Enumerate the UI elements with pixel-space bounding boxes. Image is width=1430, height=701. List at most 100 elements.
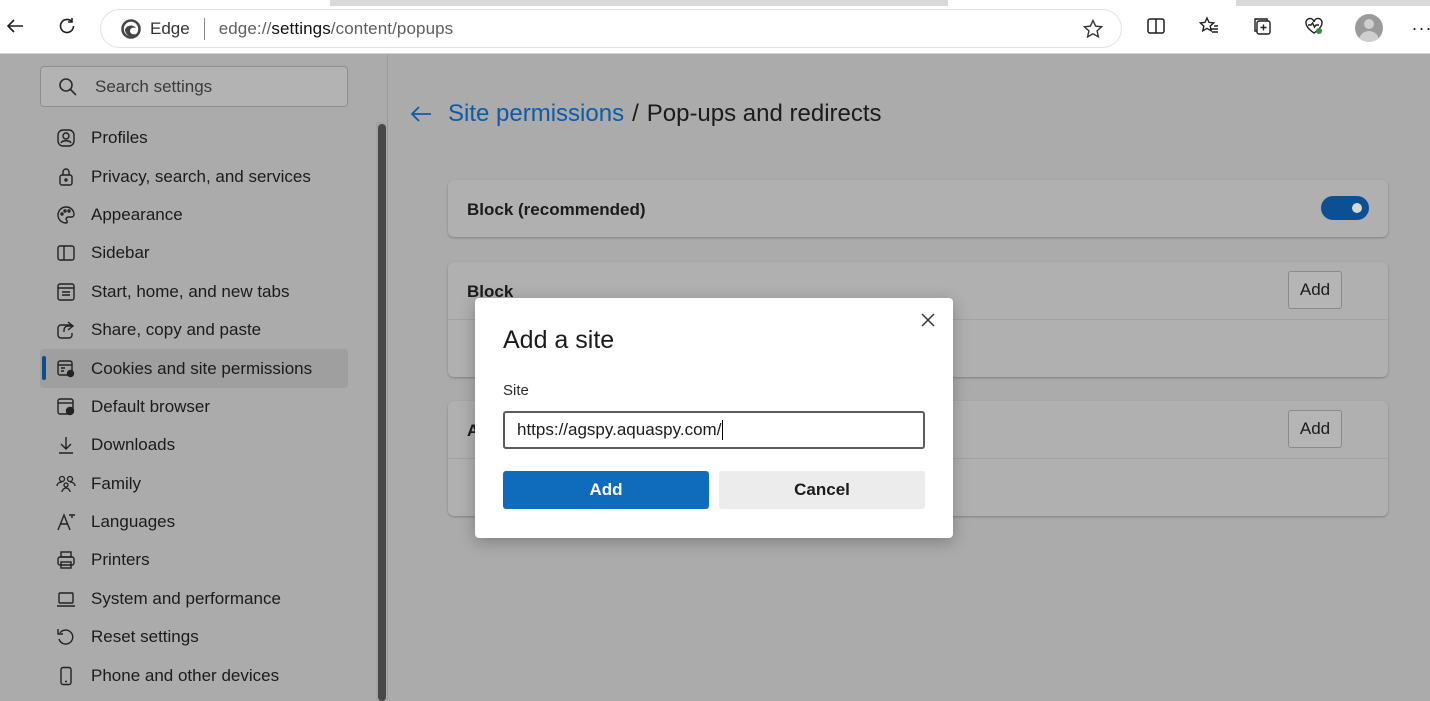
sidebar-item-label: Cookies and site permissions — [91, 358, 313, 378]
sidebar-item-label: Profiles — [91, 128, 148, 148]
sidebar-item-sidebar[interactable]: Sidebar — [40, 234, 348, 272]
palette-icon — [55, 204, 77, 226]
sidebar-item-label: Family — [91, 473, 142, 493]
sidebar-item-profiles[interactable]: Profiles — [40, 119, 348, 157]
family-icon — [55, 473, 77, 495]
more-icon: ··· — [1411, 17, 1430, 38]
avatar-body — [1359, 31, 1379, 42]
sidebar-item-appearance[interactable]: Appearance — [40, 196, 348, 234]
site-input-value: https://agspy.aquaspy.com/ — [517, 420, 722, 439]
cookie-permissions-icon — [55, 358, 77, 380]
search-icon — [59, 77, 77, 96]
breadcrumb-parent-link[interactable]: Site permissions — [448, 100, 624, 128]
sidebar-item-label: Sidebar — [91, 243, 150, 263]
more-button[interactable]: ··· — [1405, 11, 1430, 45]
favorites-icon — [1198, 15, 1219, 41]
sidebar-icon — [55, 242, 77, 264]
heartbeat-icon — [1304, 16, 1324, 41]
back-button[interactable] — [0, 11, 32, 45]
address-site-label: Edge — [150, 18, 190, 38]
cancel-button[interactable]: Cancel — [719, 471, 925, 509]
split-screen-button[interactable] — [1139, 11, 1173, 45]
allow-add-button[interactable]: Add — [1288, 410, 1342, 448]
sidebar-scrollbar-thumb[interactable] — [378, 124, 386, 701]
sidebar-item-label: Start, home, and new tabs — [91, 281, 290, 301]
address-bar[interactable]: Edge edge://settings/content/popups — [101, 10, 1121, 47]
sidebar-item-printers[interactable]: Printers — [40, 541, 348, 579]
sidebar-item-label: Downloads — [91, 435, 176, 455]
search-input[interactable]: Search settings — [40, 66, 348, 107]
sidebar-item-reset[interactable]: Reset settings — [40, 618, 348, 656]
add-button[interactable]: Add — [503, 471, 709, 509]
block-recommended-card: Block (recommended) — [448, 180, 1388, 237]
url-host: settings — [271, 18, 331, 38]
sidebar-item-label: Appearance — [91, 204, 183, 224]
tab-strip — [0, 0, 1430, 6]
lock-icon — [55, 166, 77, 188]
avatar[interactable] — [1355, 14, 1383, 42]
block-add-button[interactable]: Add — [1288, 271, 1342, 309]
back-arrow-icon — [5, 16, 25, 41]
sidebar-item-label: Reset settings — [91, 627, 199, 647]
home-tabs-icon — [55, 281, 77, 303]
sidebar-item-system[interactable]: System and performance — [40, 580, 348, 618]
split-screen-icon — [1146, 16, 1166, 41]
close-button[interactable] — [916, 308, 940, 332]
download-icon — [55, 434, 77, 456]
block-recommended-label: Block (recommended) — [467, 200, 646, 219]
tab-inactive[interactable] — [1236, 0, 1430, 6]
add-site-dialog: Add a site Site https://agspy.aquaspy.co… — [475, 298, 953, 538]
dialog-title: Add a site — [503, 326, 615, 354]
site-field-label: Site — [503, 382, 529, 399]
address-divider — [203, 17, 205, 40]
tab-inactive[interactable] — [330, 0, 948, 6]
sidebar-item-label: Share, copy and paste — [91, 320, 262, 340]
browser-essentials-button[interactable] — [1297, 11, 1331, 45]
url-scheme: edge:// — [218, 18, 272, 38]
avatar-head — [1364, 19, 1374, 29]
address-url[interactable]: edge://settings/content/popups — [219, 19, 454, 39]
star-icon[interactable] — [1082, 18, 1104, 40]
block-recommended-toggle[interactable] — [1321, 196, 1369, 220]
sidebar-item-languages[interactable]: Languages — [40, 503, 348, 541]
share-icon — [55, 319, 77, 341]
sidebar-item-label: Printers — [91, 550, 150, 570]
breadcrumb: Site permissions / Pop-ups and redirects — [408, 100, 882, 128]
phone-icon — [55, 665, 77, 687]
sidebar-item-family[interactable]: Family — [40, 465, 348, 503]
back-arrow-icon[interactable] — [408, 101, 434, 127]
sidebar-item-start-home[interactable]: Start, home, and new tabs — [40, 273, 348, 311]
favorites-button[interactable] — [1192, 11, 1226, 45]
site-input[interactable]: https://agspy.aquaspy.com/ — [503, 411, 925, 449]
languages-icon — [55, 511, 77, 533]
laptop-icon — [55, 588, 77, 610]
profile-icon — [55, 127, 77, 149]
reset-icon — [55, 626, 77, 648]
search-placeholder: Search settings — [95, 76, 213, 96]
sidebar-item-label: System and performance — [91, 588, 281, 608]
close-icon — [921, 313, 935, 327]
edge-logo-icon — [121, 18, 141, 39]
sidebar-item-label: Default browser — [91, 396, 211, 416]
page-title: Pop-ups and redirects — [646, 100, 882, 127]
sidebar-item-default-browser[interactable]: Default browser — [40, 388, 348, 426]
sidebar-item-label: Phone and other devices — [91, 665, 280, 685]
refresh-icon — [57, 16, 77, 41]
settings-sidebar: Search settings Profiles Privacy, search… — [0, 54, 387, 701]
printer-icon — [55, 549, 77, 571]
sidebar-item-label: Privacy, search, and services — [91, 166, 311, 186]
sidebar-item-phone[interactable]: Phone and other devices — [40, 656, 348, 694]
sidebar-item-cookies[interactable]: Cookies and site permissions — [40, 349, 348, 388]
settings-nav: Profiles Privacy, search, and services A… — [40, 119, 348, 695]
collections-icon — [1252, 16, 1272, 41]
sidebar-item-share[interactable]: Share, copy and paste — [40, 311, 348, 349]
breadcrumb-separator: / — [632, 100, 639, 127]
refresh-button[interactable] — [50, 11, 84, 45]
text-caret — [722, 420, 724, 440]
sidebar-item-label: Languages — [91, 512, 176, 532]
sidebar-item-downloads[interactable]: Downloads — [40, 426, 348, 464]
browser-toolbar: Edge edge://settings/content/popups ··· — [0, 0, 1430, 54]
toggle-knob — [1352, 203, 1362, 213]
collections-button[interactable] — [1245, 11, 1279, 45]
sidebar-item-privacy[interactable]: Privacy, search, and services — [40, 157, 348, 195]
